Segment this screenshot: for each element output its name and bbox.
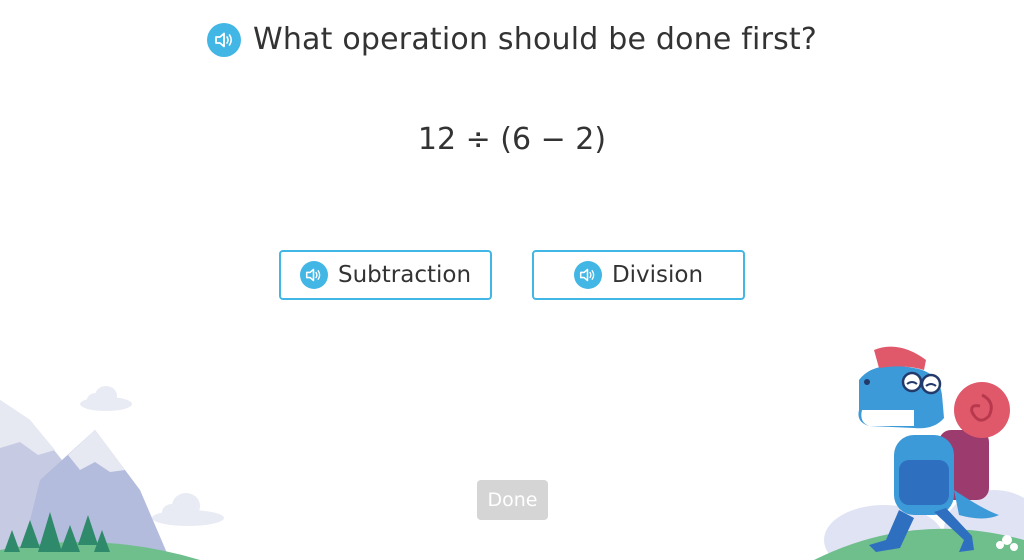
cloud-icon <box>152 493 224 526</box>
speaker-glyph <box>215 32 233 47</box>
question-text: What operation should be done first? <box>252 22 818 57</box>
answer-choices: Subtraction Division <box>279 250 745 300</box>
choice-division-button[interactable]: Division <box>532 250 745 300</box>
choice-label: Division <box>611 262 704 288</box>
choice-speaker-icon[interactable] <box>573 261 602 289</box>
question-speaker-icon[interactable] <box>206 22 241 57</box>
choice-label: Subtraction <box>337 262 472 288</box>
dinosaur-hiker-illustration <box>814 346 1024 560</box>
cloud-icon <box>80 386 132 411</box>
choice-subtraction-button[interactable]: Subtraction <box>279 250 492 300</box>
choice-speaker-icon[interactable] <box>299 261 328 289</box>
mountain-scene-illustration <box>0 386 224 560</box>
math-expression: 12 ÷ (6 − 2) <box>417 122 607 157</box>
done-button[interactable]: Done <box>477 480 548 520</box>
question-header: What operation should be done first? <box>0 22 1024 57</box>
speaker-glyph <box>306 268 321 282</box>
speaker-glyph <box>580 268 595 282</box>
